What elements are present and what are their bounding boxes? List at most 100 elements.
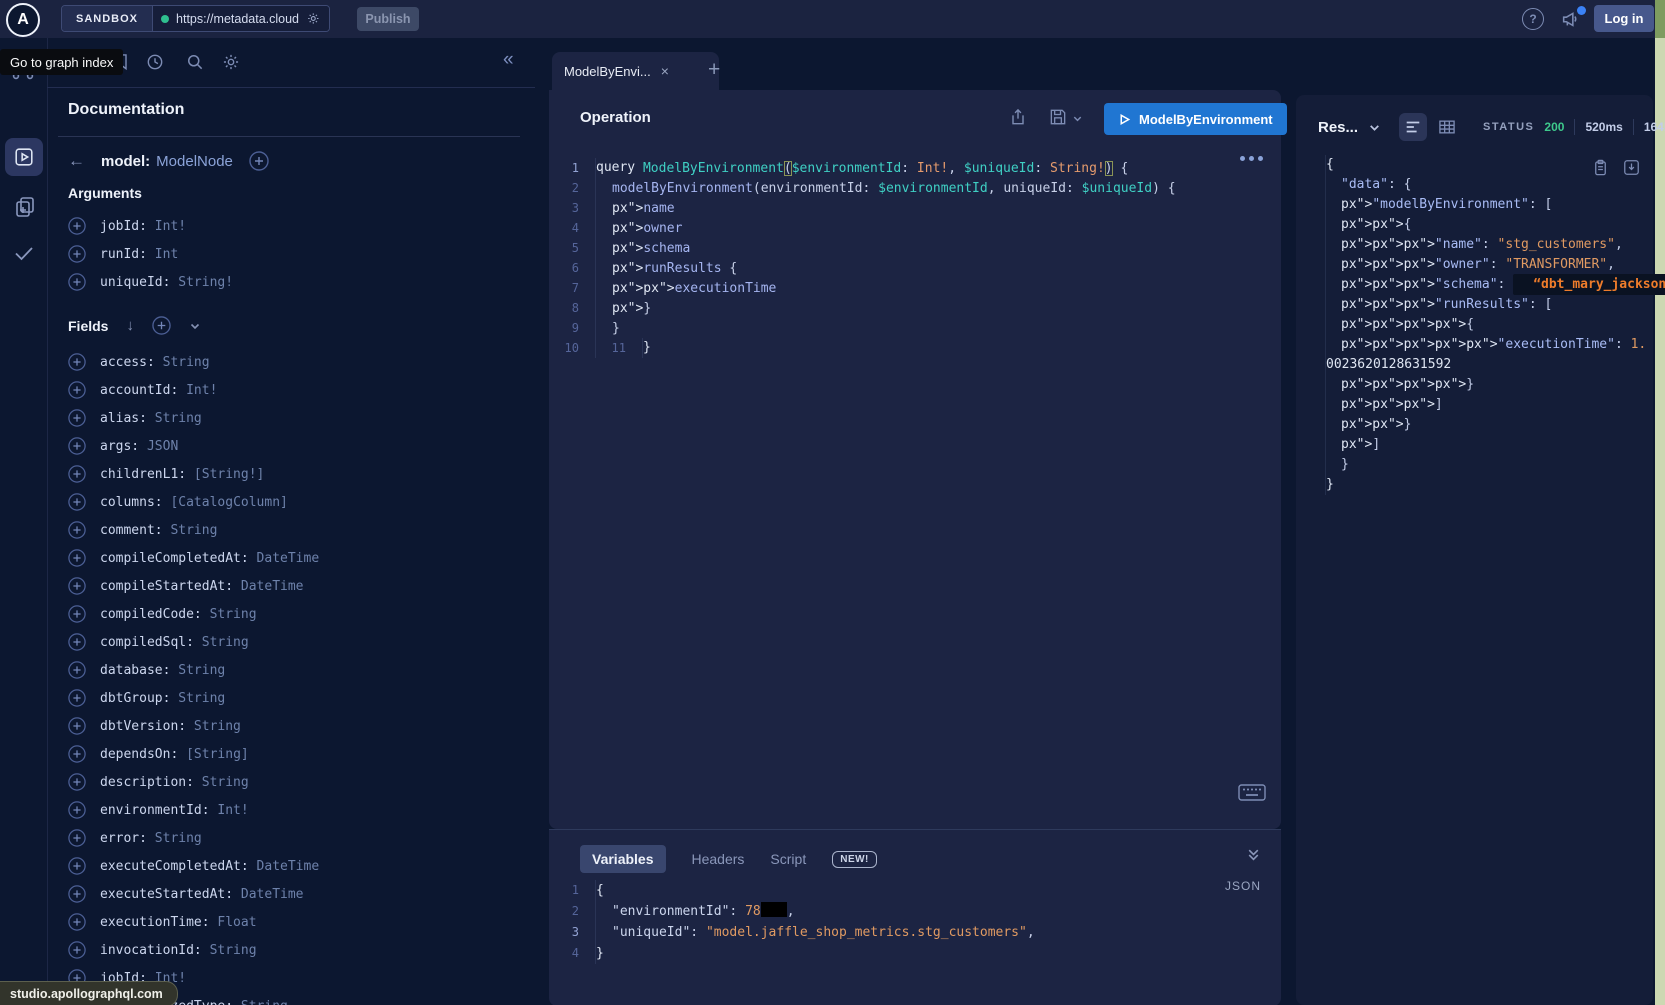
help-icon[interactable]: ? [1522,8,1544,30]
add-field-icon[interactable] [68,465,86,483]
table-view-icon[interactable] [1437,117,1457,137]
field-name: executeCompletedAt: [100,859,249,874]
add-field-icon[interactable] [68,885,86,903]
field-type: JSON [139,439,178,454]
add-field-icon[interactable] [68,521,86,539]
add-field-icon[interactable] [68,381,86,399]
add-type-icon[interactable] [249,151,269,171]
add-field-icon[interactable] [68,245,86,263]
add-field-icon[interactable] [68,857,86,875]
add-field-icon[interactable] [68,717,86,735]
publish-button[interactable]: Publish [357,7,419,31]
field-row[interactable]: compiledSql: String [68,628,518,656]
apollo-logo[interactable]: A [6,3,40,37]
tab-script[interactable]: Script [770,851,806,867]
add-field-icon[interactable] [68,689,86,707]
response-json-viewer[interactable]: {"data": {px">"modelByEnvironment": [px"… [1325,155,1645,495]
add-field-icon[interactable] [68,661,86,679]
field-row[interactable]: description: String [68,768,518,796]
add-field-icon[interactable] [68,913,86,931]
add-field-icon[interactable] [68,633,86,651]
add-field-icon[interactable] [68,941,86,959]
field-row[interactable]: dependsOn: [String] [68,740,518,768]
collapse-panel-chevrons-icon[interactable] [1246,847,1261,862]
add-field-icon[interactable] [68,549,86,567]
response-menu-chevron-icon[interactable] [1368,121,1381,134]
endpoint-settings-gear-icon[interactable] [306,10,321,27]
settings-gear-icon[interactable] [221,52,241,72]
field-name: childrenL1: [100,467,186,482]
code-line: px">"modelByEnvironment": [ [1325,195,1645,215]
operation-editor[interactable]: 1query ModelByEnvironment($environmentId… [549,158,1176,358]
add-field-icon[interactable] [68,605,86,623]
sort-fields-icon[interactable]: ↓ [126,317,134,334]
add-field-icon[interactable] [68,437,86,455]
field-row[interactable]: alias: String [68,404,518,432]
field-row[interactable]: compileCompletedAt: DateTime [68,544,518,572]
add-field-icon[interactable] [68,493,86,511]
tab-variables[interactable]: Variables [580,845,666,873]
field-row[interactable]: access: String [68,348,518,376]
field-row[interactable]: executionTime: Float [68,908,518,936]
field-row[interactable]: childrenL1: [String!] [68,460,518,488]
variables-editor[interactable]: 1{2"environmentId": 78,3"uniqueId": "mod… [549,880,1035,964]
tab-headers[interactable]: Headers [692,851,745,867]
field-row[interactable]: dbtVersion: String [68,712,518,740]
chevron-down-icon[interactable] [189,320,201,332]
save-menu-chevron-icon[interactable] [1072,113,1083,124]
field-row[interactable]: accountId: Int! [68,376,518,404]
save-icon[interactable] [1048,107,1068,127]
response-title: Res... [1318,119,1358,136]
field-row[interactable]: comment: String [68,516,518,544]
add-all-fields-icon[interactable] [152,316,171,335]
code-line: { [1325,155,1645,175]
checks-icon[interactable] [12,241,36,265]
field-row[interactable]: runId: Int [68,240,508,268]
add-field-icon[interactable] [68,773,86,791]
history-icon[interactable] [145,52,165,72]
field-name: invocationId: [100,943,202,958]
operation-menu-icon[interactable] [1240,156,1263,161]
explorer-nav-button[interactable] [5,138,43,176]
schema-clone-icon[interactable] [13,195,37,219]
add-field-icon[interactable] [68,577,86,595]
add-field-icon[interactable] [68,409,86,427]
login-button[interactable]: Log in [1594,5,1654,32]
type-name-link[interactable]: ModelNode [156,153,233,170]
field-row[interactable]: uniqueId: String! [68,268,508,296]
add-field-icon[interactable] [68,353,86,371]
add-field-icon[interactable] [68,273,86,291]
status-code: 200 [1544,120,1564,134]
endpoint-url-field[interactable]: https://metadata.cloud.get [153,6,329,31]
share-icon[interactable] [1008,107,1028,127]
field-row[interactable]: database: String [68,656,518,684]
endpoint-url-text[interactable]: https://metadata.cloud.get [176,12,299,26]
add-field-icon[interactable] [68,217,86,235]
add-field-icon[interactable] [68,801,86,819]
add-field-icon[interactable] [68,745,86,763]
back-arrow-icon[interactable]: ← [68,151,85,171]
tab-modelbyenvironment[interactable]: ModelByEnvi... × [552,52,719,90]
field-row[interactable]: invocationId: String [68,936,518,964]
field-row[interactable]: compileStartedAt: DateTime [68,572,518,600]
field-row[interactable]: executeCompletedAt: DateTime [68,852,518,880]
field-row[interactable]: jobId: Int! [68,212,508,240]
field-row[interactable]: compiledCode: String [68,600,518,628]
field-row[interactable]: dbtGroup: String [68,684,518,712]
run-operation-button[interactable]: ModelByEnvironment [1104,103,1287,135]
tab-close-icon[interactable]: × [661,63,669,79]
field-row[interactable]: environmentId: Int! [68,796,518,824]
tree-view-button[interactable] [1399,113,1427,141]
field-row[interactable]: columns: [CatalogColumn] [68,488,518,516]
keyboard-shortcuts-icon[interactable] [1238,784,1266,801]
search-icon[interactable] [185,52,205,72]
field-name: compiledSql: [100,635,194,650]
field-row[interactable]: args: JSON [68,432,518,460]
add-field-icon[interactable] [68,829,86,847]
field-row[interactable]: error: String [68,824,518,852]
run-button-label: ModelByEnvironment [1139,112,1273,127]
add-tab-icon[interactable]: + [708,58,720,82]
field-row[interactable]: executeStartedAt: DateTime [68,880,518,908]
collapse-sidebar-icon[interactable]: « [503,49,514,71]
announcements-megaphone-icon[interactable] [1560,8,1584,30]
